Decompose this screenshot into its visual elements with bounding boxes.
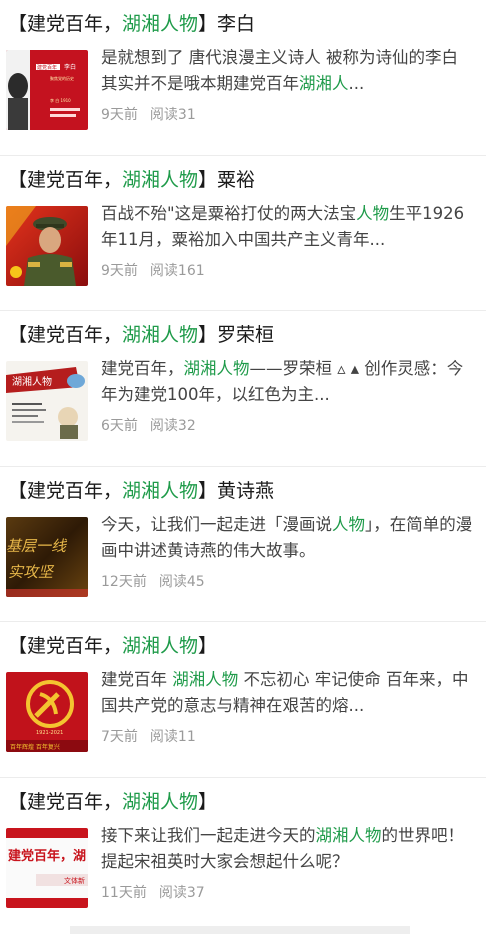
- read-count: 阅读31: [149, 107, 196, 123]
- article-meta: 6天前 阅读32: [101, 415, 196, 435]
- article-title[interactable]: 【建党百年，湖湘人物】罗荣桓: [8, 323, 274, 347]
- article-thumbnail[interactable]: 基层一线 实攻坚: [6, 516, 88, 597]
- summary-highlight: 湖湘人物: [183, 359, 250, 378]
- read-count: 阅读45: [158, 573, 205, 590]
- summary-highlight: 湖湘人物: [315, 825, 382, 845]
- summary-highlight: 人物: [356, 203, 390, 223]
- article-meta: 12天前 阅读45: [101, 571, 205, 591]
- title-prefix: 【建党百年，: [8, 324, 123, 346]
- list-item[interactable]: 【建党百年，湖湘人物】罗荣桓 湖湘人物 建党百年，湖湘人物——罗荣桓 ▵ ▴ 创…: [0, 311, 486, 467]
- summary-text: ...: [348, 74, 365, 93]
- article-meta: 9天前 阅读161: [101, 260, 205, 280]
- summary-text: 建党百年: [101, 670, 173, 689]
- title-highlight: 湖湘人物: [122, 635, 199, 657]
- list-item[interactable]: 【建党百年，湖湘人物】 1921-2021 百年辉煌 百年复兴 建党百年 湖湘人…: [0, 622, 486, 778]
- summary-highlight: 湖湘人: [299, 74, 349, 93]
- title-suffix: 】: [198, 790, 218, 813]
- publish-time: 9天前: [101, 107, 138, 123]
- article-meta: 11天前 阅读37: [101, 882, 205, 902]
- read-count: 阅读11: [149, 729, 196, 745]
- thumb-text: 李 白 1910: [50, 97, 71, 103]
- summary-text: 百战不殆"这是粟裕打仗的两大法宝: [101, 203, 357, 223]
- title-prefix: 【建党百年，: [8, 13, 123, 35]
- title-prefix: 【建党百年，: [8, 168, 123, 191]
- thumb-text: 湖湘人物: [12, 375, 52, 388]
- article-title[interactable]: 【建党百年，湖湘人物】粟裕: [8, 168, 255, 192]
- article-thumbnail[interactable]: 湖湘人物: [6, 361, 88, 441]
- article-thumbnail[interactable]: [6, 205, 88, 286]
- summary-text: 建党百年，: [101, 359, 184, 378]
- list-item[interactable]: 【建党百年，湖湘人物】 建党百年，湖 文体新 接下来让我们一起走进今天的湖湘人物…: [0, 778, 486, 934]
- article-list: 【建党百年，湖湘人物】李白 建党百年 李白 聚焦党的历史 李 白 1910 是就…: [0, 0, 486, 933]
- thumb-text: 文体新: [64, 876, 85, 885]
- list-item[interactable]: 【建党百年，湖湘人物】粟裕 百战不殆"这是粟裕打仗的两大法宝人物生平1926年1…: [0, 156, 486, 311]
- article-summary: 接下来让我们一起走进今天的湖湘人物的世界吧！提起宋祖英时大家会想起什么呢？: [101, 823, 473, 875]
- read-count: 阅读37: [158, 884, 205, 901]
- title-highlight: 湖湘人物: [122, 13, 199, 35]
- list-item[interactable]: 【建党百年，湖湘人物】李白 建党百年 李白 聚焦党的历史 李 白 1910 是就…: [0, 0, 486, 156]
- thumb-text: 建党百年，湖: [8, 848, 86, 864]
- read-count: 阅读32: [149, 418, 196, 434]
- article-summary: 今天，让我们一起走进「漫画说人物」，在简单的漫画中讲述黄诗燕的伟大故事。: [101, 512, 473, 564]
- title-suffix: 】粟裕: [198, 168, 256, 191]
- thumb-text: 建党百年: [37, 64, 57, 71]
- article-title[interactable]: 【建党百年，湖湘人物】李白: [8, 12, 255, 36]
- title-highlight: 湖湘人物: [122, 324, 199, 346]
- publish-time: 9天前: [101, 262, 138, 279]
- title-prefix: 【建党百年，: [8, 479, 123, 502]
- publish-time: 12天前: [101, 573, 147, 590]
- summary-highlight: 湖湘人物: [172, 670, 239, 689]
- article-summary: 建党百年 湖湘人物 不忘初心 牢记使命 百年来，中国共产党的意志与精神在艰苦的熔…: [101, 667, 473, 719]
- title-highlight: 湖湘人物: [122, 790, 199, 813]
- bottom-toolbar-edge: [70, 926, 410, 934]
- article-thumbnail[interactable]: 建党百年 李白 聚焦党的历史 李 白 1910: [6, 50, 88, 130]
- summary-text: 接下来让我们一起走进今天的: [101, 825, 316, 845]
- publish-time: 7天前: [101, 729, 138, 745]
- thumb-text: 实攻坚: [8, 563, 55, 581]
- article-thumbnail[interactable]: 1921-2021 百年辉煌 百年复兴: [6, 672, 88, 752]
- summary-highlight: 人物: [332, 514, 365, 534]
- thumb-text: 基层一线: [6, 537, 68, 555]
- article-meta: 7天前 阅读11: [101, 726, 196, 746]
- article-meta: 9天前 阅读31: [101, 104, 196, 124]
- thumb-text: 1921-2021: [36, 730, 63, 736]
- title-highlight: 湖湘人物: [122, 479, 199, 502]
- article-title[interactable]: 【建党百年，湖湘人物】: [8, 634, 217, 658]
- title-prefix: 【建党百年，: [8, 635, 123, 657]
- title-suffix: 】: [198, 635, 218, 657]
- article-title[interactable]: 【建党百年，湖湘人物】: [8, 790, 217, 814]
- summary-text: 今天，让我们一起走进「漫画说: [101, 514, 332, 534]
- thumb-text: 百年辉煌 百年复兴: [10, 743, 60, 751]
- title-highlight: 湖湘人物: [122, 168, 199, 191]
- article-summary: 建党百年，湖湘人物——罗荣桓 ▵ ▴ 创作灵感：今年为建党100年，以红色为主.…: [101, 356, 473, 408]
- article-summary: 是就想到了 唐代浪漫主义诗人 被称为诗仙的李白 其实并不是哦本期建党百年湖湘人.…: [101, 45, 473, 97]
- thumb-text: 李白: [64, 63, 76, 71]
- article-summary: 百战不殆"这是粟裕打仗的两大法宝人物生平1926年11月，粟裕加入中国共产主义青…: [101, 201, 473, 253]
- thumb-text: 聚焦党的历史: [50, 75, 74, 81]
- title-suffix: 】李白: [198, 13, 256, 35]
- summary-text: 是就想到了 唐代浪漫主义诗人 被称为诗仙的李白 其实并不是哦本期建党百年: [101, 48, 458, 93]
- list-item[interactable]: 【建党百年，湖湘人物】黄诗燕 基层一线 实攻坚 今天，让我们一起走进「漫画说人物…: [0, 467, 486, 622]
- read-count: 阅读161: [149, 262, 205, 279]
- article-title[interactable]: 【建党百年，湖湘人物】黄诗燕: [8, 479, 274, 503]
- title-suffix: 】罗荣桓: [198, 324, 275, 346]
- article-thumbnail[interactable]: 建党百年，湖 文体新: [6, 827, 88, 908]
- title-prefix: 【建党百年，: [8, 790, 123, 813]
- publish-time: 6天前: [101, 418, 138, 434]
- title-suffix: 】黄诗燕: [198, 479, 275, 502]
- publish-time: 11天前: [101, 884, 147, 901]
